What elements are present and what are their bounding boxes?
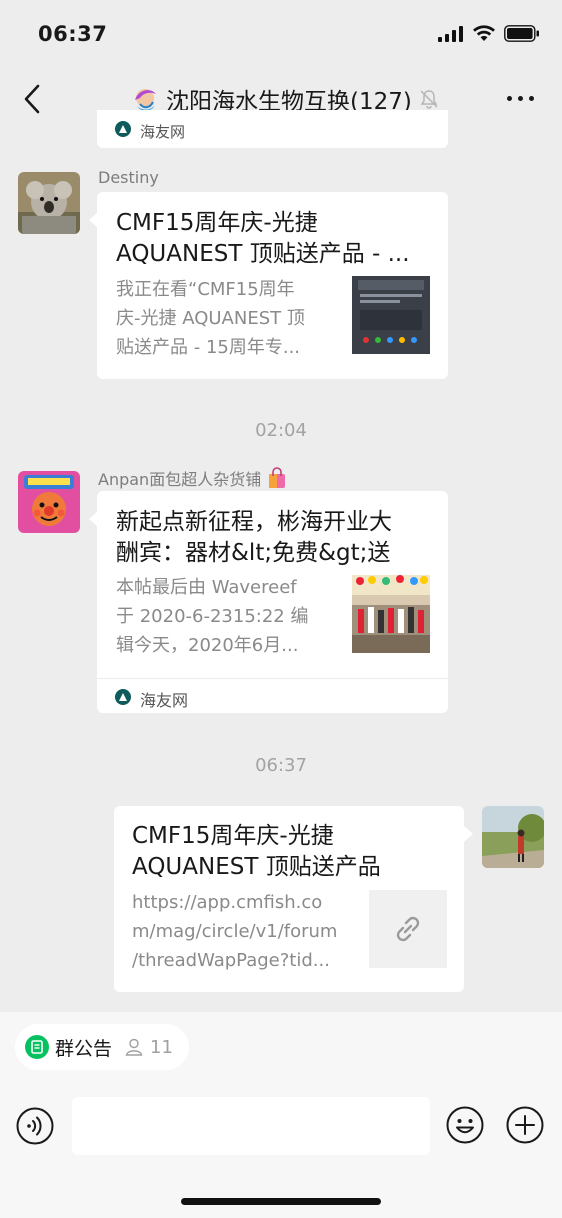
card-title: 新起点新征程，彬海开业大 酬宾：器材&lt;免费&gt;送	[116, 509, 392, 566]
link-placeholder	[369, 890, 447, 968]
link-card[interactable]: 新起点新征程，彬海开业大 酬宾：器材&lt;免费&gt;送 本帖最后由 Wave…	[97, 491, 448, 713]
link-card[interactable]: CMF15周年庆-光捷 AQUANEST 顶贴送产品 https://app.c…	[114, 806, 464, 992]
avatar-anpan[interactable]	[18, 471, 80, 533]
message-input[interactable]	[72, 1097, 430, 1155]
avatar-self[interactable]	[482, 806, 544, 868]
notice-count: 11	[150, 1036, 173, 1058]
status-bar: 06:37	[0, 0, 562, 68]
mute-icon	[420, 90, 438, 109]
card-source-label: 海友网	[140, 123, 186, 141]
plus-icon[interactable]	[506, 1106, 544, 1144]
card-title: CMF15周年庆-光捷 AQUANEST 顶贴送产品 - ...	[116, 210, 410, 267]
card-thumbnail	[352, 276, 430, 354]
voice-icon[interactable]	[16, 1107, 54, 1145]
card-title: CMF15周年庆-光捷 AQUANEST 顶贴送产品	[132, 823, 381, 880]
status-icons	[438, 25, 540, 42]
bubble-tail	[464, 826, 473, 842]
shopping-bag-icon	[269, 467, 286, 488]
card-description: 我正在看“CMF15周年 庆-光捷 AQUANEST 顶 贴送产品 - 15周年…	[116, 279, 305, 358]
more-icon[interactable]	[507, 96, 534, 101]
card-description: https://app.cmfish.co m/mag/circle/v1/fo…	[132, 892, 338, 971]
source-logo-icon	[115, 121, 131, 137]
card-description: 本帖最后由 Wavereef 于 2020-6-2315:22 编 辑今天，20…	[116, 577, 309, 656]
sender-name: Destiny	[98, 168, 159, 187]
home-indicator	[181, 1198, 381, 1205]
avatar-destiny[interactable]	[18, 172, 80, 234]
source-logo-icon	[115, 689, 131, 705]
person-icon	[125, 1038, 143, 1056]
notice-label: 群公告	[55, 1037, 113, 1060]
group-notice-chip[interactable]: 群公告 11	[15, 1024, 189, 1070]
timestamp: 02:04	[255, 420, 307, 441]
battery-icon	[504, 25, 539, 42]
previous-card-stub[interactable]: 海友网	[97, 110, 448, 148]
emoji-icon[interactable]	[446, 1106, 484, 1144]
notice-icon	[25, 1035, 49, 1059]
back-icon[interactable]	[20, 82, 46, 116]
link-icon	[396, 916, 420, 942]
card-source: 海友网	[97, 678, 448, 714]
timestamp: 06:37	[255, 755, 307, 776]
status-time: 06:37	[38, 22, 108, 46]
bottom-bar: 群公告 11	[0, 1012, 562, 1218]
link-card[interactable]: CMF15周年庆-光捷 AQUANEST 顶贴送产品 - ... 我正在看“CM…	[97, 192, 448, 379]
wifi-icon	[473, 25, 495, 41]
signal-icon	[438, 25, 463, 42]
card-thumbnail	[352, 575, 430, 653]
card-source-label: 海友网	[140, 691, 189, 710]
sender-name: Anpan面包超人杂货铺	[98, 466, 288, 490]
